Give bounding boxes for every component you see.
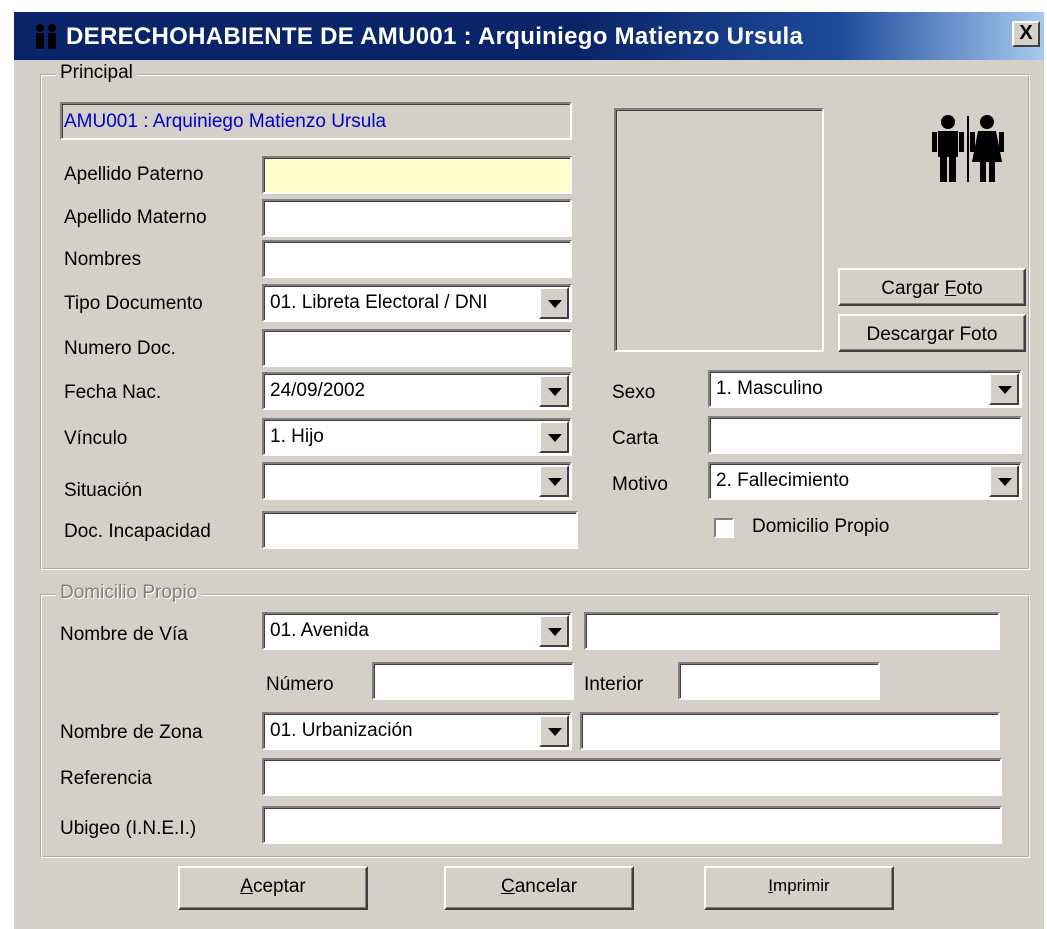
cancelar-label: Cancelar — [500, 876, 578, 897]
male-female-icon — [932, 115, 1004, 182]
tipo-zona-value: 01. Urbanización — [270, 720, 413, 741]
close-button[interactable]: X — [1012, 21, 1040, 47]
label-doc-incapacidad: Doc. Incapacidad — [64, 521, 211, 542]
domicilio-propio-label[interactable]: Domicilio Propio — [752, 516, 889, 538]
doc-incapacidad-input[interactable] — [262, 511, 578, 549]
header-value: AMU001 : Arquiniego Matienzo Ursula — [64, 111, 387, 132]
tipo-via-select[interactable]: 01. Avenida — [262, 612, 572, 650]
chevron-down-icon[interactable] — [539, 375, 569, 407]
label-carta: Carta — [612, 428, 659, 449]
cargar-foto-button[interactable]: Cargar Foto — [838, 268, 1026, 306]
ubigeo-input[interactable] — [262, 806, 1002, 844]
imprimir-button[interactable]: Imprimir — [704, 866, 894, 910]
vinculo-value: 1. Hijo — [270, 426, 324, 447]
chevron-down-icon[interactable] — [989, 465, 1019, 497]
fecha-nac-picker[interactable]: 24/09/2002 — [262, 372, 572, 410]
label-motivo: Motivo — [612, 474, 668, 495]
label-numero: Número — [266, 674, 334, 695]
header-value-field: AMU001 : Arquiniego Matienzo Ursula — [60, 102, 572, 140]
imprimir-label: Imprimir — [768, 876, 830, 895]
photo-frame — [614, 108, 824, 352]
referencia-input[interactable] — [262, 758, 1002, 796]
sexo-value: 1. Masculino — [716, 378, 823, 399]
domicilio-propio-checkbox[interactable] — [714, 518, 734, 538]
label-nombre-via: Nombre de Vía — [60, 624, 188, 645]
label-situacion: Situación — [64, 480, 143, 501]
interior-input[interactable] — [678, 662, 880, 700]
principal-legend: Principal — [56, 62, 137, 84]
tipo-zona-select[interactable]: 01. Urbanización — [262, 712, 572, 750]
label-nombres: Nombres — [64, 249, 142, 270]
carta-input[interactable] — [708, 416, 1022, 454]
descargar-foto-button[interactable]: Descargar Foto — [838, 314, 1026, 352]
label-sexo: Sexo — [612, 382, 656, 403]
label-numero-doc: Numero Doc. — [64, 338, 176, 359]
people-icon — [36, 24, 56, 49]
situacion-select[interactable] — [262, 462, 572, 500]
chevron-down-icon[interactable] — [539, 715, 569, 747]
chevron-down-icon[interactable] — [539, 615, 569, 647]
cancelar-button[interactable]: Cancelar — [444, 866, 634, 910]
label-ubigeo: Ubigeo (I.N.E.I.) — [60, 818, 197, 839]
tipo-documento-select[interactable]: 01. Libreta Electoral / DNI — [262, 284, 572, 322]
descargar-foto-label: Descargar Foto — [866, 324, 998, 345]
label-apellido-materno: Apellido Materno — [64, 207, 207, 228]
chevron-down-icon[interactable] — [539, 421, 569, 453]
tipo-via-value: 01. Avenida — [270, 620, 369, 641]
title-bar[interactable]: DERECHOHABIENTE DE AMU001 : Arquiniego M… — [14, 12, 1044, 60]
numero-doc-input[interactable] — [262, 329, 572, 367]
apellido-materno-input[interactable] — [262, 199, 572, 237]
sexo-select[interactable]: 1. Masculino — [708, 370, 1022, 408]
nombres-input[interactable] — [262, 240, 572, 278]
fecha-nac-value: 24/09/2002 — [270, 380, 366, 401]
motivo-value: 2. Fallecimiento — [716, 470, 850, 491]
nombre-via-input[interactable] — [584, 612, 1000, 650]
label-interior: Interior — [584, 674, 644, 695]
window-title: DERECHOHABIENTE DE AMU001 : Arquiniego M… — [66, 23, 804, 50]
tipo-documento-value: 01. Libreta Electoral / DNI — [270, 292, 488, 313]
label-fecha-nac: Fecha Nac. — [64, 382, 162, 403]
domicilio-legend: Domicilio Propio — [56, 582, 202, 604]
nombre-zona-input[interactable] — [580, 712, 1000, 750]
chevron-down-icon[interactable] — [989, 373, 1019, 405]
cargar-foto-label: Cargar Foto — [881, 278, 983, 299]
label-vinculo: Vínculo — [64, 428, 128, 449]
aceptar-button[interactable]: Aceptar — [178, 866, 368, 910]
label-nombre-zona: Nombre de Zona — [60, 722, 203, 743]
label-tipo-documento: Tipo Documento — [64, 293, 203, 314]
apellido-paterno-input[interactable] — [262, 156, 572, 194]
chevron-down-icon[interactable] — [539, 465, 569, 497]
motivo-select[interactable]: 2. Fallecimiento — [708, 462, 1022, 500]
label-referencia: Referencia — [60, 768, 152, 789]
numero-input[interactable] — [372, 662, 574, 700]
chevron-down-icon[interactable] — [539, 287, 569, 319]
vinculo-select[interactable]: 1. Hijo — [262, 418, 572, 456]
aceptar-label: Aceptar — [240, 876, 306, 897]
label-apellido-paterno: Apellido Paterno — [64, 164, 204, 185]
